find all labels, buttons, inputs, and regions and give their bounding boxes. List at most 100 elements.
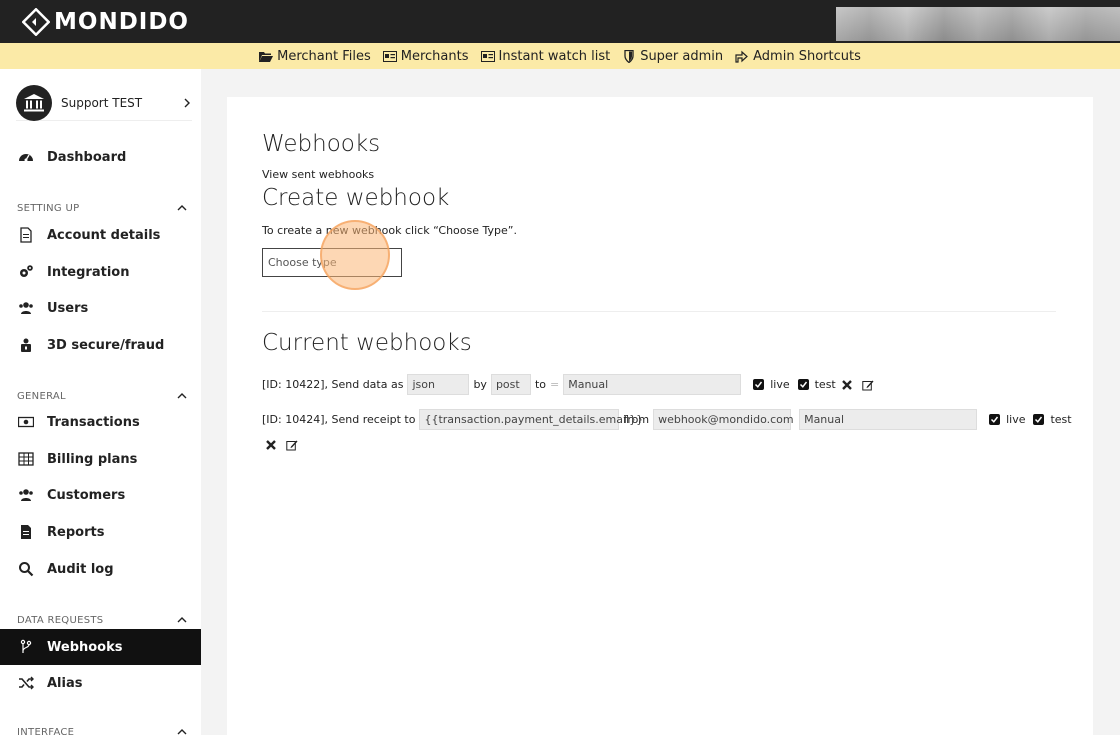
sidebar-item-label: 3D secure/fraud bbox=[47, 337, 165, 353]
top-bar: MONDIDO bbox=[0, 0, 1120, 43]
section-interface[interactable]: INTERFACE bbox=[17, 725, 187, 735]
gears-icon bbox=[20, 265, 33, 277]
edit-icon[interactable] bbox=[286, 439, 298, 451]
live-label: live bbox=[1006, 413, 1026, 426]
money-icon bbox=[18, 416, 34, 428]
section-label: SETTING UP bbox=[17, 202, 80, 214]
sidebar-item-dashboard[interactable]: Dashboard bbox=[0, 139, 201, 175]
chevron-up-icon bbox=[177, 729, 187, 735]
test-checkbox[interactable] bbox=[797, 379, 809, 390]
by-label: by bbox=[473, 378, 487, 391]
section-label: DATA REQUESTS bbox=[17, 614, 104, 626]
delete-icon[interactable] bbox=[841, 379, 853, 391]
sidebar-item-label: Audit log bbox=[47, 561, 114, 577]
check-icon bbox=[1035, 416, 1043, 423]
users-icon bbox=[19, 302, 33, 314]
live-checkbox[interactable] bbox=[989, 414, 1001, 425]
brand-logo[interactable]: MONDIDO bbox=[22, 8, 189, 36]
sidebar-item-billing-plans[interactable]: Billing plans bbox=[0, 441, 201, 477]
admin-bar: Merchant Files Merchants Instant watch l… bbox=[0, 43, 1120, 69]
sidebar: Support TEST Dashboard SETTING UP Accoun… bbox=[0, 69, 201, 735]
main-panel: Webhooks View sent webhooks Create webho… bbox=[227, 97, 1093, 735]
check-icon bbox=[755, 381, 763, 388]
equals-icon: = bbox=[550, 378, 560, 391]
admin-shortcuts-link[interactable]: Admin Shortcuts bbox=[735, 49, 861, 64]
sidebar-item-label: Users bbox=[47, 300, 89, 316]
instant-watch-list-label: Instant watch list bbox=[498, 48, 611, 64]
blurred-user-area bbox=[836, 7, 1120, 41]
delete-icon[interactable] bbox=[265, 439, 277, 451]
report-icon bbox=[21, 525, 31, 539]
format-field[interactable]: json bbox=[407, 374, 470, 395]
webhook-row: [ID: 10424], Send receipt to {{transacti… bbox=[262, 409, 1072, 430]
sidebar-item-label: Account details bbox=[47, 227, 161, 243]
chevron-up-icon bbox=[177, 205, 187, 211]
chevron-up-icon bbox=[177, 393, 187, 399]
test-checkbox[interactable] bbox=[1033, 414, 1045, 425]
dashboard-icon bbox=[19, 154, 33, 162]
sidebar-item-integration[interactable]: Integration bbox=[0, 254, 201, 290]
edit-icon[interactable] bbox=[862, 379, 874, 391]
sidebar-item-audit-log[interactable]: Audit log bbox=[0, 551, 201, 587]
section-data-requests[interactable]: DATA REQUESTS bbox=[17, 613, 187, 627]
account-switcher[interactable]: Support TEST bbox=[16, 84, 192, 121]
section-label: GENERAL bbox=[17, 390, 66, 402]
chevron-right-icon bbox=[184, 98, 190, 107]
merchants-link[interactable]: Merchants bbox=[382, 48, 469, 64]
live-label: live bbox=[770, 378, 790, 391]
sidebar-item-label: Reports bbox=[47, 524, 105, 540]
customers-icon bbox=[19, 489, 33, 501]
section-setting-up[interactable]: SETTING UP bbox=[17, 201, 187, 215]
instant-watch-list-link[interactable]: Instant watch list bbox=[480, 48, 611, 64]
choose-type-select[interactable]: Choose type bbox=[262, 248, 402, 277]
sidebar-item-reports[interactable]: Reports bbox=[0, 514, 201, 550]
sender-field[interactable]: webhook@mondido.com bbox=[653, 409, 794, 430]
bank-icon bbox=[24, 93, 44, 111]
search-icon bbox=[19, 562, 34, 577]
sidebar-item-label: Webhooks bbox=[47, 639, 123, 655]
brand-name: MONDIDO bbox=[54, 9, 189, 35]
sidebar-item-alias[interactable]: Alias bbox=[0, 665, 201, 701]
merchant-files-link[interactable]: Merchant Files bbox=[259, 49, 371, 64]
view-sent-webhooks-link[interactable]: View sent webhooks bbox=[262, 168, 374, 181]
live-checkbox[interactable] bbox=[753, 379, 765, 390]
sidebar-item-webhooks[interactable]: Webhooks bbox=[0, 629, 201, 665]
sidebar-item-label: Transactions bbox=[47, 414, 140, 430]
account-name: Support TEST bbox=[61, 95, 143, 110]
code-branch-icon bbox=[20, 639, 32, 653]
sidebar-item-label: Integration bbox=[47, 264, 130, 280]
folder-open-icon bbox=[259, 51, 274, 62]
sidebar-item-users[interactable]: Users bbox=[0, 290, 201, 326]
to-label: to bbox=[534, 378, 546, 391]
recipient-field[interactable]: {{transaction.payment_details.email}} bbox=[419, 409, 643, 430]
sidebar-item-customers[interactable]: Customers bbox=[0, 477, 201, 513]
target-field[interactable]: Manual bbox=[563, 374, 742, 395]
admin-shortcuts-label: Admin Shortcuts bbox=[753, 48, 861, 64]
sidebar-item-label: Customers bbox=[47, 487, 126, 503]
super-admin-link[interactable]: Super admin bbox=[622, 49, 723, 64]
test-label: test bbox=[1050, 413, 1072, 426]
target-field[interactable]: Manual bbox=[799, 409, 978, 430]
section-label: INTERFACE bbox=[17, 726, 75, 735]
sidebar-item-3d-secure[interactable]: 3D secure/fraud bbox=[0, 327, 201, 363]
mondido-logo-icon bbox=[22, 8, 50, 36]
current-webhooks-heading: Current webhooks bbox=[262, 330, 472, 356]
method-field[interactable]: post bbox=[490, 374, 531, 395]
sidebar-item-label: Alias bbox=[47, 675, 83, 691]
webhook-action: Send data as bbox=[331, 378, 404, 391]
id-card-icon bbox=[382, 50, 397, 62]
sidebar-item-account-details[interactable]: Account details bbox=[0, 217, 201, 253]
shuffle-icon bbox=[19, 676, 34, 690]
webhook-row-actions bbox=[262, 439, 301, 451]
merchants-label: Merchants bbox=[400, 48, 469, 64]
section-general[interactable]: GENERAL bbox=[17, 389, 187, 403]
document-icon bbox=[20, 227, 32, 243]
avatar bbox=[16, 84, 52, 121]
share-icon bbox=[735, 50, 749, 63]
sidebar-item-label: Billing plans bbox=[47, 451, 138, 467]
webhook-id: [ID: 10424], bbox=[262, 413, 328, 426]
sidebar-item-transactions[interactable]: Transactions bbox=[0, 404, 201, 440]
section-divider bbox=[262, 311, 1056, 312]
chevron-up-icon bbox=[177, 617, 187, 623]
check-icon bbox=[799, 381, 807, 388]
